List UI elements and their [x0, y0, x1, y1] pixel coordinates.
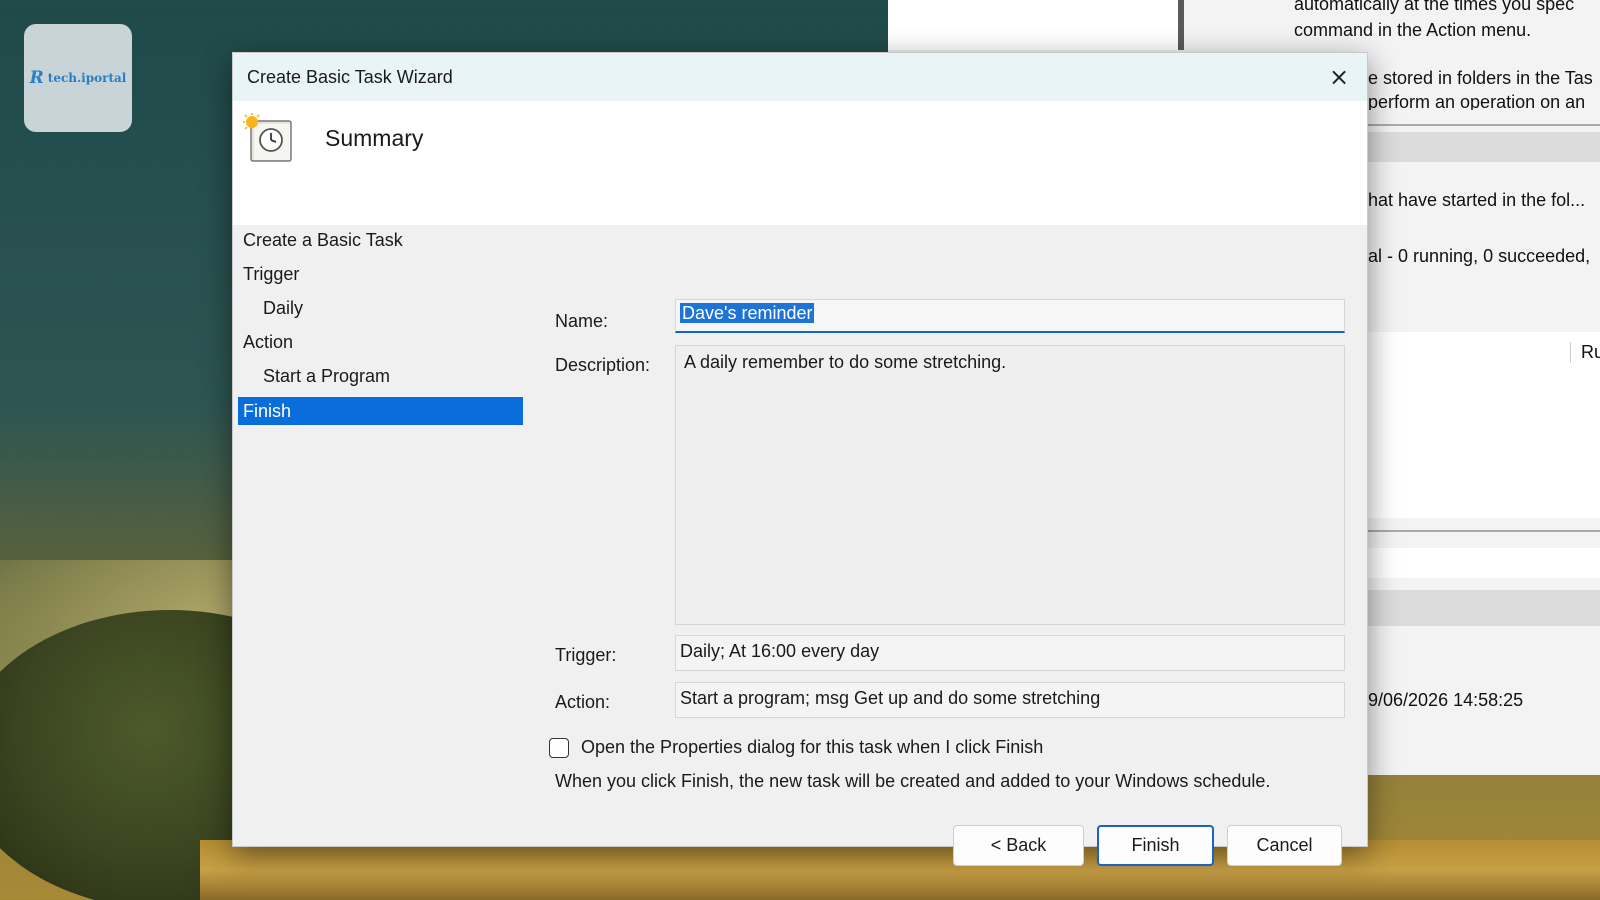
- dialog-title: Create Basic Task Wizard: [247, 66, 453, 87]
- name-field[interactable]: Dave's reminder: [675, 299, 1345, 333]
- step-trigger: Trigger: [243, 264, 300, 284]
- brand-name: tech.iportal: [47, 71, 127, 85]
- desktop-grass: [200, 840, 1600, 900]
- wizard-steps-list: Create a Basic Task Trigger Daily Action…: [233, 225, 523, 425]
- brand-logo: R tech.iportal: [24, 24, 132, 132]
- back-button[interactable]: < Back: [953, 825, 1084, 866]
- open-properties-label[interactable]: Open the Properties dialog for this task…: [581, 737, 1043, 758]
- name-value-selected: Dave's reminder: [680, 303, 815, 323]
- step-finish: Finish: [238, 397, 523, 425]
- action-field: Start a program; msg Get up and do some …: [675, 682, 1345, 718]
- background-left-pane: [888, 0, 1184, 50]
- finish-info-text: When you click Finish, the new task will…: [555, 771, 1271, 791]
- background-strip: [1368, 590, 1600, 626]
- background-panel: [1368, 548, 1600, 578]
- trigger-field: Daily; At 16:00 every day: [675, 635, 1345, 671]
- page-title: Summary: [325, 125, 424, 151]
- name-label: Name:: [555, 311, 609, 331]
- description-label: Description:: [555, 355, 651, 375]
- description-value: A daily remember to do some stretching.: [684, 352, 1007, 372]
- open-properties-row[interactable]: Open the Properties dialog for this task…: [549, 737, 1043, 758]
- trigger-label: Trigger:: [555, 645, 617, 665]
- background-text-line: hat have started in the fol...: [1368, 190, 1586, 210]
- dialog-titlebar[interactable]: Create Basic Task Wizard ×: [233, 53, 1367, 101]
- step-start-a-program: Start a Program: [263, 366, 391, 386]
- description-field[interactable]: A daily remember to do some stretching.: [675, 345, 1345, 625]
- open-properties-checkbox[interactable]: [549, 737, 569, 758]
- create-basic-task-dialog: Create Basic Task Wizard × Summary Creat…: [232, 52, 1368, 866]
- background-text-line: automatically at the times you spec: [1294, 0, 1575, 14]
- background-strip: [1368, 132, 1600, 162]
- background-text-line: 9/06/2026 14:58:25: [1368, 690, 1524, 710]
- cancel-button[interactable]: Cancel: [1227, 825, 1342, 866]
- close-button[interactable]: ×: [1311, 53, 1367, 101]
- finish-button[interactable]: Finish: [1097, 825, 1214, 866]
- background-text-line: al - 0 running, 0 succeeded,: [1368, 246, 1591, 266]
- wizard-header: Summary: [233, 101, 1367, 225]
- close-icon: ×: [1328, 63, 1350, 91]
- background-divider: [1368, 530, 1600, 532]
- step-daily: Daily: [263, 298, 304, 318]
- background-text-line: command in the Action menu.: [1294, 20, 1532, 40]
- step-action: Action: [243, 332, 294, 352]
- clock-task-icon: [243, 113, 292, 162]
- brand-mark: R: [29, 68, 44, 88]
- background-panel: [1368, 332, 1600, 518]
- action-label: Action:: [555, 692, 611, 712]
- action-value: Start a program; msg Get up and do some …: [680, 688, 1101, 708]
- background-text-line: perform an operation on an: [1368, 92, 1586, 110]
- step-create-basic-task: Create a Basic Task: [243, 230, 403, 250]
- background-text-line: e stored in folders in the Tas: [1368, 68, 1593, 88]
- wizard-body: Create a Basic Task Trigger Daily Action…: [233, 225, 1367, 866]
- trigger-value: Daily; At 16:00 every day: [680, 641, 880, 661]
- background-divider: [1368, 124, 1600, 126]
- background-column-header[interactable]: Run: [1570, 342, 1600, 363]
